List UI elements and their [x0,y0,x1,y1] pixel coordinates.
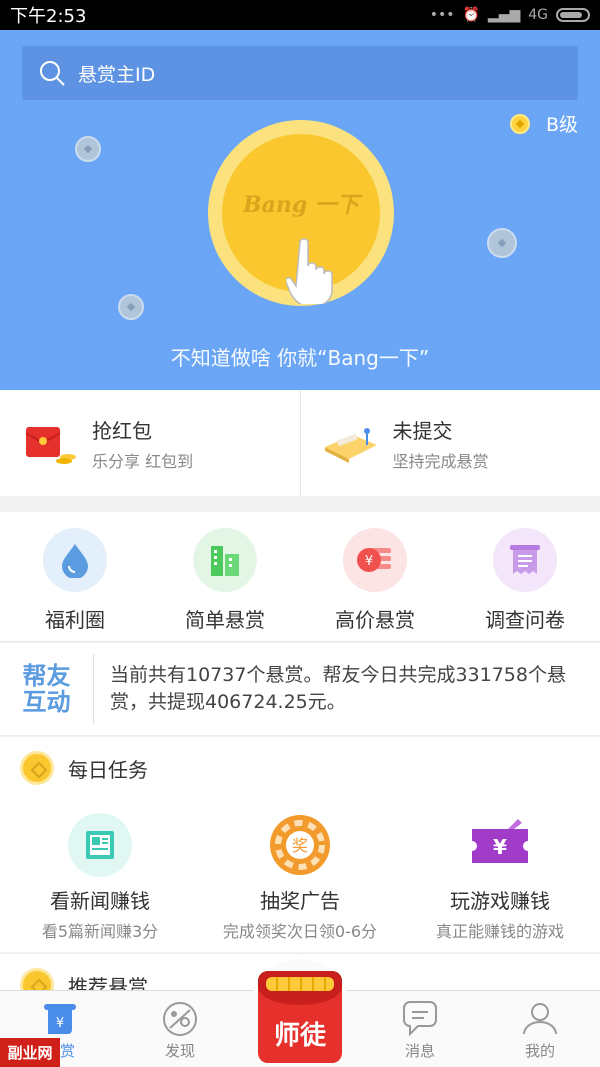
yuan-coin-icon: ¥ [343,528,407,592]
stats-banner: 帮友 互动 当前共有10737个悬赏。帮友今日共完成331758个悬赏，共提现4… [0,643,600,736]
news-icon [68,813,132,877]
task-subtitle: 看5篇新闻赚3分 [41,922,159,941]
nav-mentor[interactable]: 师徒 [240,959,360,1067]
watermark: 副业网 [0,1038,60,1067]
unsubmitted-icon [323,421,379,465]
svg-text:奖: 奖 [292,836,308,855]
coin-icon [20,751,54,785]
task-news[interactable]: 看新闻赚钱 看5篇新闻赚3分 [0,813,200,942]
hero-slogan: 不知道做啥 你就“Bang一下” [170,346,430,370]
game-ticket-icon: ¥ [468,813,532,877]
water-drop-icon [43,528,107,592]
level-label: B级 [545,114,578,136]
promo-subtitle: 乐分享 红包到 [92,451,194,471]
nav-center-label: 师徒 [273,1021,326,1051]
search-icon [40,61,65,86]
promo-subtitle: 坚持完成悬赏 [392,451,489,471]
category-label: 简单悬赏 [185,608,265,632]
bang-button[interactable]: Bang 一下 [208,120,394,306]
section-title: 每日任务 [68,757,148,782]
network-type: 4G [528,7,548,23]
bangyou-logo: 帮友 互动 [0,654,94,724]
category-survey[interactable]: 调查问卷 [450,512,600,641]
profile-icon [523,1003,557,1035]
grab-red-packet-card[interactable]: 抢红包 乐分享 红包到 [0,390,300,496]
discover-icon [163,1002,197,1036]
category-grid: 福利圈 简单悬赏 ¥ 高价悬赏 调查问卷 [0,512,600,642]
svg-text:¥: ¥ [56,1016,64,1031]
nav-label: 我的 [524,1042,555,1060]
category-high-reward[interactable]: ¥ 高价悬赏 [300,512,450,641]
nav-label: 发现 [164,1042,195,1060]
floating-coin-icon [75,136,101,162]
task-title: 看新闻赚钱 [50,889,150,913]
task-title: 抽奖广告 [260,889,340,913]
signal-dots-icon: ••• [429,7,455,23]
promo-title: 未提交 [392,418,453,443]
category-label: 高价悬赏 [335,608,415,632]
lottery-wheel-icon: 奖 [268,813,332,877]
floating-coin-icon [118,294,144,320]
nav-label: 消息 [404,1042,435,1060]
task-subtitle: 真正能赚钱的游戏 [435,922,564,941]
alarm-icon: ⏰ [462,7,480,23]
logo-line: 帮友 [22,661,71,690]
message-icon [403,1001,437,1037]
signal-icon: ▂▄▆ [487,7,521,23]
buildings-icon [193,528,257,592]
daily-tasks-section: 每日任务 看新闻赚钱 看5篇新闻赚3分 奖 抽奖广告 完成领奖次日领0-6分 ¥… [0,737,600,952]
task-subtitle: 完成领奖次日领0-6分 [222,922,378,941]
section-header: 每日任务 [0,737,600,785]
promo-row: 抢红包 乐分享 红包到 未提交 坚持完成悬赏 [0,390,600,496]
unsubmitted-card[interactable]: 未提交 坚持完成悬赏 [299,390,600,496]
task-game[interactable]: ¥ 玩游戏赚钱 真正能赚钱的游戏 [400,813,600,942]
category-simple-reward[interactable]: 简单悬赏 [150,512,300,641]
red-packet-icon [22,421,78,465]
bottom-nav: ¥ 悬赏 发现 师徒 消息 我的 [0,959,600,1067]
status-icons: ••• ⏰ ▂▄▆ 4G [430,7,590,23]
search-input[interactable]: 悬赏主ID [22,46,578,100]
survey-scroll-icon [493,528,557,592]
category-label: 调查问卷 [485,608,565,632]
level-coin-icon [509,113,530,134]
stats-text: 当前共有10737个悬赏。帮友今日共完成331758个悬赏，共提现406724.… [110,664,566,713]
pointer-hand-icon [286,238,333,304]
task-list: 看新闻赚钱 看5篇新闻赚3分 奖 抽奖广告 完成领奖次日领0-6分 ¥ 玩游戏赚… [0,813,600,942]
nav-messages[interactable]: 消息 [360,991,480,1067]
reward-scroll-icon: ¥ [44,1004,76,1034]
category-label: 福利圈 [45,608,105,632]
battery-icon [556,8,590,22]
red-packet-icon: 师徒 [258,971,342,1063]
gold-coins-icon [266,977,334,991]
task-lottery[interactable]: 奖 抽奖广告 完成领奖次日领0-6分 [200,813,400,942]
nav-profile[interactable]: 我的 [480,991,600,1067]
task-title: 玩游戏赚钱 [450,889,550,913]
search-placeholder: 悬赏主ID [78,63,156,86]
category-welfare[interactable]: 福利圈 [0,512,150,641]
floating-coin-icon [487,228,517,258]
status-bar: 下午2:53 ••• ⏰ ▂▄▆ 4G [0,0,600,30]
hero-banner: 悬赏主ID B级 Bang 一下 不知道做啥 你就“Bang一下” [0,30,600,390]
user-level[interactable]: B级 [509,110,578,137]
nav-discover[interactable]: 发现 [120,991,240,1067]
promo-title: 抢红包 [92,418,152,443]
bang-coin-text: Bang 一下 [243,192,359,218]
logo-line: 互动 [22,688,71,716]
status-time: 下午2:53 [10,6,87,27]
svg-text:¥: ¥ [365,554,373,569]
svg-text:¥: ¥ [493,835,507,859]
